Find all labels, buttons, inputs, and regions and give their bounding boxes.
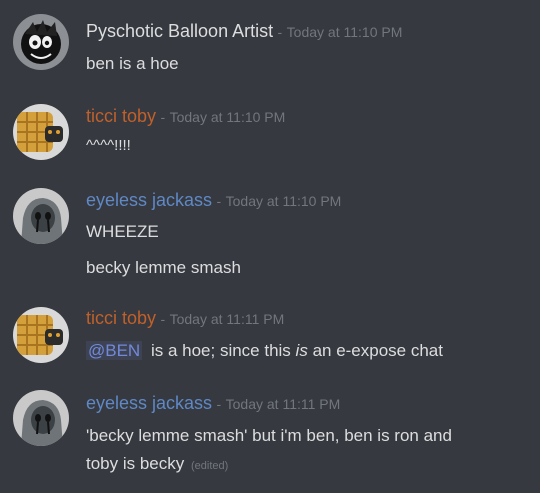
- username[interactable]: ticci toby: [86, 308, 156, 328]
- user-mention[interactable]: @BEN: [86, 341, 143, 360]
- message-text: WHEEZE: [86, 222, 159, 241]
- message-text: @BEN is a hoe; since this is an e-expose…: [86, 339, 443, 363]
- message-italic-text: is: [295, 341, 308, 360]
- header-separator: -: [160, 109, 166, 125]
- username[interactable]: eyeless jackass: [86, 190, 212, 210]
- message-text-part: toby is becky: [86, 454, 185, 473]
- dark-clown-avatar[interactable]: [13, 14, 69, 70]
- username[interactable]: Pyschotic Balloon Artist: [86, 21, 273, 41]
- message-text: ^^^^!!!!: [86, 137, 131, 154]
- timestamp: Today at 11:10 PM: [286, 24, 403, 40]
- header-separator: -: [216, 396, 222, 412]
- username[interactable]: eyeless jackass: [86, 393, 212, 413]
- message-text-part: an e-expose chat: [312, 341, 443, 360]
- timestamp: Today at 11:10 PM: [225, 193, 342, 209]
- message-text: becky lemme smash: [86, 258, 241, 277]
- edited-indicator: (edited): [191, 460, 229, 472]
- header-separator: -: [277, 24, 283, 40]
- waffle-avatar[interactable]: [13, 104, 69, 160]
- message-text: ben is a hoe: [86, 54, 179, 73]
- timestamp: Today at 11:11 PM: [225, 396, 341, 412]
- header-separator: -: [216, 193, 222, 209]
- username[interactable]: ticci toby: [86, 106, 156, 126]
- message-text: 'becky lemme smash' but i'm ben, ben is …: [86, 426, 452, 445]
- timestamp: Today at 11:10 PM: [169, 109, 286, 125]
- message-text: toby is becky (edited): [86, 452, 228, 478]
- header-separator: -: [160, 311, 166, 327]
- grey-mask-avatar[interactable]: [13, 390, 69, 446]
- message-text-part: is a hoe; since this: [150, 341, 291, 360]
- grey-mask-avatar[interactable]: [13, 188, 69, 244]
- timestamp: Today at 11:11 PM: [169, 311, 285, 327]
- waffle-avatar[interactable]: [13, 307, 69, 363]
